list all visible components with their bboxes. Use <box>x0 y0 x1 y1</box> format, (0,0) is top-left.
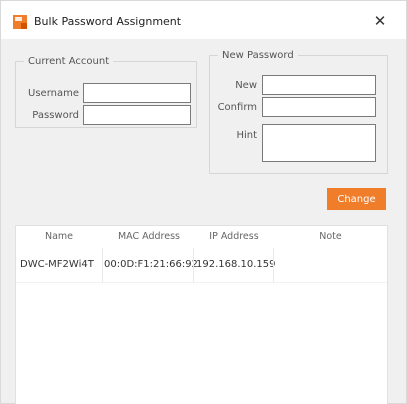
confirm-label: Confirm <box>217 102 257 113</box>
row-divider <box>16 282 387 283</box>
cell-name: DWC-MF2Wi4T <box>20 259 94 270</box>
change-button[interactable]: Change <box>327 188 386 210</box>
window-title: Bulk Password Assignment <box>34 15 182 28</box>
column-header-note[interactable]: Note <box>274 231 387 242</box>
column-header-name[interactable]: Name <box>16 231 102 242</box>
cell-mac: 00:0D:F1:21:66:92 <box>104 259 198 270</box>
table-header: Name MAC Address IP Address Note <box>16 226 387 248</box>
username-label: Username <box>28 88 79 99</box>
close-icon[interactable]: ✕ <box>369 11 391 31</box>
new-label: New <box>235 80 257 91</box>
column-divider <box>193 248 194 282</box>
hint-label: Hint <box>236 130 257 141</box>
new-password-field[interactable] <box>262 75 376 95</box>
title-bar: Bulk Password Assignment ✕ <box>1 1 406 39</box>
current-account-legend: Current Account <box>28 56 110 67</box>
app-window-icon <box>13 15 27 29</box>
column-divider <box>102 248 103 282</box>
password-field[interactable] <box>83 105 191 125</box>
confirm-password-field[interactable] <box>262 97 376 117</box>
column-header-mac[interactable]: MAC Address <box>104 231 194 242</box>
password-label: Password <box>32 110 79 121</box>
column-header-ip[interactable]: IP Address <box>194 231 274 242</box>
cell-ip: 192.168.10.159 <box>196 259 276 270</box>
dialog-body: Current Account Username Password New Pa… <box>1 39 406 404</box>
column-divider <box>273 248 274 282</box>
username-field[interactable] <box>83 83 191 103</box>
new-password-legend: New Password <box>222 50 294 61</box>
bulk-password-dialog: Bulk Password Assignment ✕ Current Accou… <box>0 0 407 404</box>
table-row[interactable]: DWC-MF2Wi4T 00:0D:F1:21:66:92 192.168.10… <box>16 248 387 282</box>
hint-field[interactable] <box>262 124 376 162</box>
device-table: Name MAC Address IP Address Note DWC-MF2… <box>15 225 388 404</box>
